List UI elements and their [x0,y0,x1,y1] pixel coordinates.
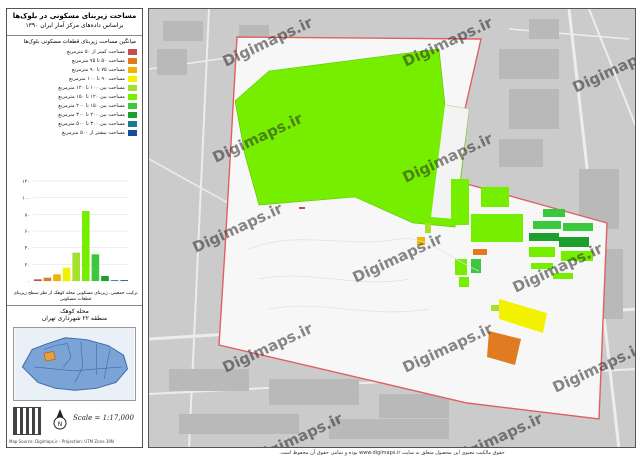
legend-item: مساحت بیشتر از ۵۰۰ مترمربع [9,128,140,137]
legend-label: مساحت بین ۲۰۰ تا ۳۰۰ مترمربع [58,111,125,118]
histogram-tick-label: ۸۰ [25,212,30,218]
map-title-box: مساحت زیربنای مسکونی در بلوک‌ها براساس د… [7,9,142,36]
map-legend: میانگین مساحت زیربنای قطعات مسکونی بلوک‌… [9,39,140,147]
histogram-bar [101,276,109,281]
histogram-chart: ۰ ۲۰ ۴۰ ۶۰ ۸۰ ۱۰۰ ۱۲۰ [22,179,129,285]
inset-heading: محله کوهک منطقه ۲۲ شهرداری تهران [7,305,142,325]
kouhak-highlight [43,350,57,362]
legend-swatch [128,84,137,91]
legend-item: مساحت ۹۰ تا ۱۰۰ مترمربع [9,74,140,83]
histogram-bar [91,254,100,281]
legend-swatch [128,129,137,136]
legend-label: مساحت کمتر از ۵۰ مترمربع [66,48,125,55]
copyright-footer: حقوق مالکیت معنوی این محصول متعلق به سای… [279,450,505,456]
inset-neighborhood: محله کوهک [60,308,89,315]
histogram-tick-label: ۰ [27,279,30,285]
legend-label: مساحت ۷۵ تا ۹۰ مترمربع [71,66,125,73]
legend-swatch [128,93,137,100]
legend-rows: مساحت کمتر از ۵۰ مترمربع مساحت ۵۰ تا ۷۵ م… [9,47,140,137]
legend-heading: میانگین مساحت زیربنای قطعات مسکونی بلوک‌… [23,39,136,45]
legend-item: مساحت بین ۱۰۰ تا ۱۲۰ مترمربع [9,83,140,92]
legend-item: مساحت بین ۱۲۰ تا ۱۵۰ مترمربع [9,92,140,101]
legend-label: مساحت بین ۱۲۰ تا ۱۵۰ مترمربع [58,93,125,100]
legend-item: مساحت بین ۱۵۰ تا ۲۰۰ مترمربع [9,101,140,110]
map-credit: Map Source: Digimaps.ir - Projection: UT… [9,439,114,444]
histogram-bar [34,279,42,281]
histogram-bar [53,274,61,281]
map-sidebar-panel: مساحت زیربنای مسکونی در بلوک‌ها براساس د… [6,8,143,448]
inset-district: منطقه ۲۲ شهرداری تهران [41,315,108,322]
histogram-tick-label: ۲۰ [25,262,30,268]
block-green-3[interactable] [451,179,469,225]
block-green-12[interactable] [459,277,469,287]
block-green-6[interactable] [563,223,593,231]
legend-label: مساحت ۵۰ تا ۷۵ مترمربع [71,57,125,64]
map-subtitle: براساس داده‌های مرکز آمار ایران ۱۳۹۰ [25,22,124,29]
histogram-bar [82,211,90,281]
histogram-bar [72,252,80,281]
histogram-caption: ترکیب جمعیتی، زیربنای مسکونی محله کوهک ا… [13,291,138,302]
block-green-11[interactable] [471,259,481,273]
legend-label: مساحت بین ۱۰۰ تا ۱۲۰ مترمربع [58,84,125,91]
legend-item: مساحت ۵۰ تا ۷۵ مترمربع [9,56,140,65]
legend-item: مساحت بین ۳۰۰ تا ۵۰۰ مترمربع [9,119,140,128]
svg-text:N: N [58,421,63,428]
inset-locator-map [13,327,136,401]
block-green-2[interactable] [481,187,509,207]
block-green-4[interactable] [543,209,565,217]
legend-item: مساحت ۷۵ تا ۹۰ مترمربع [9,65,140,74]
block-green-5[interactable] [533,221,561,229]
block-orange-small[interactable] [473,249,487,255]
map-scale: Scale = 1:17,000 [73,414,134,422]
legend-item: مساحت کمتر از ۵۰ مترمربع [9,47,140,56]
block-darkgreen-1[interactable] [529,233,559,241]
legend-swatch [128,48,137,55]
block-green-7[interactable] [529,247,555,257]
qr-code [13,407,41,435]
block-green-1[interactable] [471,214,523,242]
legend-swatch [128,66,137,73]
north-arrow-icon: N [53,409,67,430]
histogram-tick-label: ۴۰ [25,246,30,252]
histogram-bars [34,211,128,281]
legend-swatch [128,120,137,127]
main-map[interactable]: Digimaps.ir Digimaps.ir Digimaps.ir Digimap… [148,8,636,448]
histogram-bar [43,277,52,281]
histogram-bar [120,280,128,281]
legend-label: مساحت بین ۳۰۰ تا ۵۰۰ مترمربع [58,120,125,127]
legend-item: مساحت بین ۲۰۰ تا ۳۰۰ مترمربع [9,110,140,119]
histogram-bar [110,280,119,281]
legend-label: مساحت بین ۱۵۰ تا ۲۰۰ مترمربع [58,102,125,109]
histogram-bar [62,267,71,281]
block-green-10[interactable] [455,259,467,275]
legend-swatch [128,75,137,82]
legend-swatch [128,111,137,118]
legend-swatch [128,102,137,109]
map-title: مساحت زیربنای مسکونی در بلوک‌ها [12,12,137,20]
histogram-tick-label: ۱۲۰ [22,179,30,185]
histogram-tick-label: ۱۰۰ [22,196,30,202]
legend-label: مساحت ۹۰ تا ۱۰۰ مترمربع [69,75,125,82]
legend-swatch [128,57,137,64]
histogram-tick-label: ۶۰ [25,229,30,235]
block-red-small[interactable] [299,207,305,209]
legend-label: مساحت بیشتر از ۵۰۰ مترمربع [62,129,125,136]
